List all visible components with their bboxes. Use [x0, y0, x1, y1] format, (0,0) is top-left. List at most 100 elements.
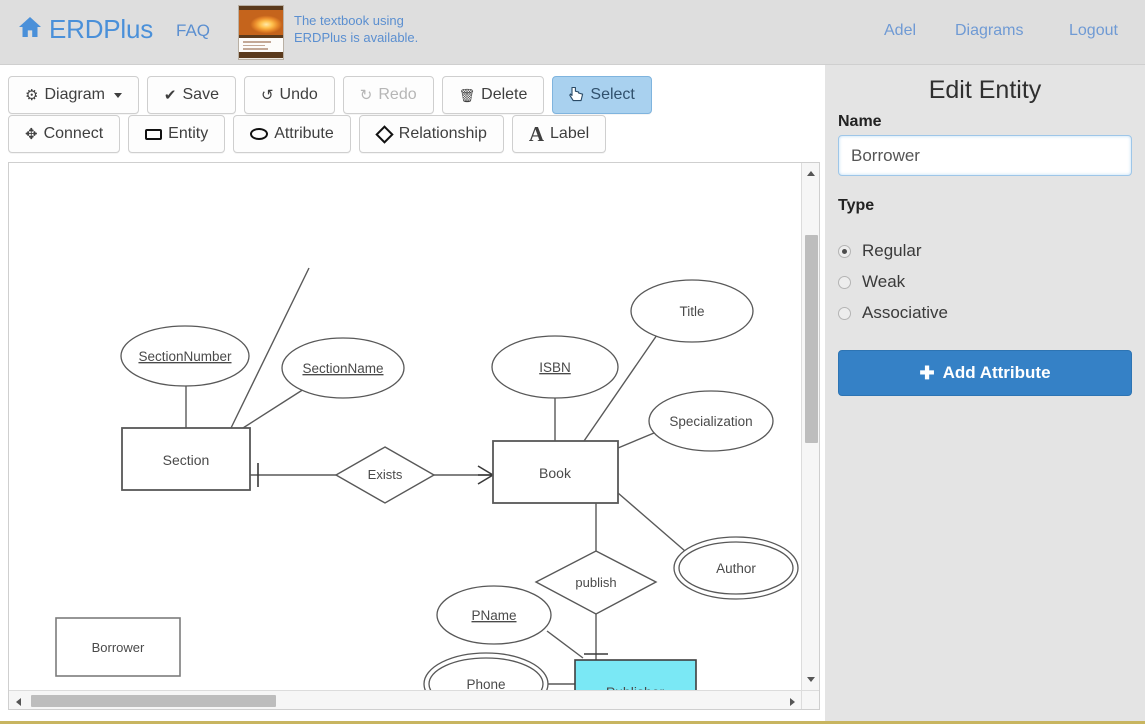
- brand-name: ERDPlus: [49, 14, 154, 44]
- nav-diagrams-link[interactable]: Diagrams: [955, 22, 1023, 40]
- attribute-tool-button[interactable]: Attribute: [233, 115, 351, 153]
- type-radio-associative[interactable]: Associative: [838, 303, 948, 323]
- faq-link[interactable]: FAQ: [176, 21, 210, 41]
- cursor-hand-icon: [569, 86, 584, 105]
- radio-button-icon[interactable]: [838, 244, 851, 258]
- diamond-icon: [375, 124, 394, 144]
- relationship-label: Relationship: [398, 125, 487, 142]
- select-label: Select: [590, 86, 635, 103]
- move-arrows-icon: ✥: [25, 125, 38, 143]
- attribute-title[interactable]: Title: [630, 279, 754, 343]
- attribute-specialization[interactable]: Specialization: [648, 390, 774, 452]
- relationship-tool-button[interactable]: Relationship: [358, 115, 504, 153]
- delete-button[interactable]: 🗑 Delete: [441, 76, 545, 114]
- entity-name-input[interactable]: [838, 135, 1132, 176]
- type-radio-label: Associative: [862, 303, 948, 322]
- attribute-label: Phone: [466, 677, 505, 690]
- nav-user-link[interactable]: Adel: [884, 22, 916, 40]
- entity-tool-button[interactable]: Entity: [128, 115, 226, 153]
- entity-book[interactable]: Book: [492, 440, 619, 504]
- radio-button-icon[interactable]: [838, 275, 851, 289]
- toolbar-row-primary: ⚙ Diagram ✔ Save ↺ Undo ↻ Redo 🗑 Delete: [8, 76, 652, 114]
- attribute-sectionname[interactable]: SectionName: [281, 337, 405, 399]
- diagram-menu-button[interactable]: ⚙ Diagram: [8, 76, 139, 114]
- attribute-label: Title: [679, 304, 704, 319]
- connect-tool-button[interactable]: ✥ Connect: [8, 115, 121, 153]
- horizontal-scrollbar[interactable]: [9, 690, 802, 709]
- relationship-exists[interactable]: Exists: [334, 446, 436, 504]
- relationship-publish[interactable]: publish: [534, 550, 658, 615]
- horizontal-scrollbar-thumb[interactable]: [31, 695, 276, 707]
- attribute-label: SectionNumber: [138, 349, 232, 364]
- textbook-promo-text[interactable]: The textbook using ERDPlus is available.: [294, 12, 464, 46]
- book-cover-text-lines: [239, 38, 283, 52]
- attribute-label: Author: [716, 561, 756, 576]
- nav-logout-link[interactable]: Logout: [1069, 22, 1118, 40]
- save-label: Save: [182, 86, 219, 103]
- promo-line-2: ERDPlus is available.: [294, 30, 419, 45]
- toolbar: ⚙ Diagram ✔ Save ↺ Undo ↻ Redo 🗑 Delete: [0, 65, 825, 161]
- entity-label: Book: [539, 465, 572, 481]
- type-radio-weak[interactable]: Weak: [838, 272, 905, 292]
- attribute-author[interactable]: Author: [673, 536, 799, 600]
- undo-label: Undo: [279, 86, 318, 103]
- scroll-right-arrow-icon[interactable]: [790, 698, 795, 706]
- delete-label: Delete: [481, 86, 528, 103]
- attribute-isbn[interactable]: ISBN: [491, 335, 619, 399]
- erdplus-app: ERDPlus FAQ The textbook using ERDPlus i…: [0, 0, 1145, 724]
- entity-label: Section: [163, 452, 210, 468]
- scroll-down-arrow-icon[interactable]: [807, 677, 815, 682]
- save-button[interactable]: ✔ Save: [146, 76, 236, 114]
- edit-entity-panel: Edit Entity Name Type Regular Weak Assoc…: [825, 65, 1145, 721]
- plus-icon: ✚: [919, 363, 935, 383]
- scroll-up-arrow-icon[interactable]: [807, 171, 815, 176]
- add-attribute-label: Add Attribute: [942, 363, 1051, 382]
- relationship-label: Exists: [368, 467, 403, 482]
- attribute-label: SectionName: [302, 361, 383, 376]
- vertical-scrollbar[interactable]: [801, 163, 819, 690]
- chevron-down-icon: [113, 92, 122, 98]
- attribute-label: Specialization: [669, 414, 752, 429]
- trash-icon: 🗑: [458, 87, 476, 103]
- home-icon: [18, 14, 42, 45]
- scrollbar-corner: [801, 690, 819, 709]
- type-radio-label: Weak: [862, 272, 906, 291]
- undo-arrow-icon: ↺: [260, 86, 274, 104]
- type-radio-regular[interactable]: Regular: [838, 241, 922, 261]
- undo-button[interactable]: ↺ Undo: [243, 76, 335, 114]
- entity-borrower[interactable]: Borrower: [55, 617, 181, 677]
- attribute-pname[interactable]: PName: [436, 585, 552, 645]
- vertical-scrollbar-thumb[interactable]: [805, 235, 818, 443]
- add-attribute-button[interactable]: ✚ Add Attribute: [838, 350, 1132, 396]
- book-cover-image: [239, 10, 283, 35]
- diagram-canvas[interactable]: Section Book Borrower Publisher: [9, 163, 802, 690]
- gear-icon: ⚙: [25, 86, 39, 104]
- rectangle-icon: [145, 128, 163, 140]
- scroll-left-arrow-icon[interactable]: [16, 698, 21, 706]
- top-navbar: ERDPlus FAQ The textbook using ERDPlus i…: [0, 0, 1145, 65]
- attribute-label: Attribute: [274, 125, 334, 142]
- type-radio-label: Regular: [862, 241, 922, 260]
- attribute-label: PName: [471, 608, 516, 623]
- entity-section[interactable]: Section: [121, 427, 251, 491]
- check-icon: ✔: [163, 86, 177, 104]
- relationship-label: publish: [575, 575, 616, 590]
- panel-title: Edit Entity: [928, 76, 1042, 104]
- er-diagram[interactable]: Section Book Borrower Publisher: [9, 163, 802, 690]
- brand-logo[interactable]: ERDPlus: [18, 14, 153, 45]
- attribute-sectionnumber[interactable]: SectionNumber: [120, 325, 250, 387]
- label-tool-button[interactable]: A Label: [511, 115, 607, 153]
- text-a-icon: A: [528, 121, 545, 146]
- attribute-label: ISBN: [539, 360, 571, 375]
- redo-button: ↻ Redo: [342, 76, 434, 114]
- label-label: Label: [550, 125, 590, 142]
- attribute-phone[interactable]: Phone: [423, 652, 549, 690]
- redo-arrow-icon: ↻: [359, 86, 373, 104]
- radio-button-icon[interactable]: [838, 306, 851, 320]
- book-cover-thumbnail[interactable]: [238, 5, 284, 60]
- diagram-menu-label: Diagram: [44, 86, 105, 103]
- toolbar-row-shapes: ✥ Connect Entity Attribute Relationship …: [8, 115, 607, 153]
- redo-label: Redo: [378, 86, 417, 103]
- select-tool-button[interactable]: Select: [552, 76, 652, 114]
- entity-publisher[interactable]: Publisher: [574, 659, 697, 690]
